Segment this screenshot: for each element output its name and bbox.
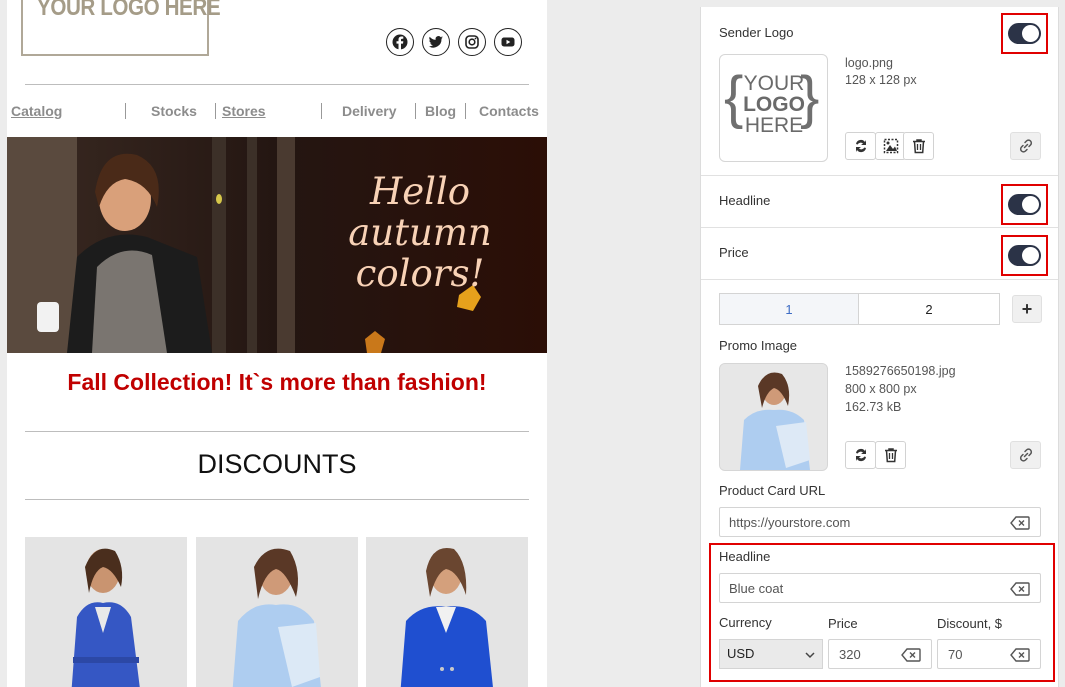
hero-text: Hello autumn colors! xyxy=(345,171,495,294)
crop-image-icon[interactable] xyxy=(875,132,906,160)
clear-icon[interactable] xyxy=(1010,648,1030,662)
discount-input[interactable]: 70 xyxy=(937,639,1041,669)
product-url-value: https://yourstore.com xyxy=(729,515,851,530)
nav-item-stores[interactable]: Stores xyxy=(222,103,266,119)
clear-icon[interactable] xyxy=(901,648,921,662)
headline-toggle-label: Headline xyxy=(719,193,771,208)
sender-logo-toggle[interactable] xyxy=(1008,23,1041,44)
headline-label: Headline xyxy=(719,549,771,564)
hero-banner[interactable]: Hello autumn colors! xyxy=(7,137,547,353)
nav-item-contacts[interactable]: Contacts xyxy=(479,103,539,119)
sender-logo-dimensions: 128 x 128 px xyxy=(845,73,917,87)
hero-line: colors! xyxy=(355,252,485,295)
divider xyxy=(25,84,529,85)
hero-line: autumn xyxy=(348,211,492,254)
headline-toggle[interactable] xyxy=(1008,194,1041,215)
hero-line: Hello xyxy=(369,170,471,213)
twitter-icon[interactable] xyxy=(422,28,450,56)
nav-item-catalog[interactable]: Catalog xyxy=(11,103,62,119)
section-title: DISCOUNTS xyxy=(197,449,357,479)
promo-title: Fall Collection! It`s more than fashion! xyxy=(67,369,487,395)
product-card[interactable] xyxy=(366,537,528,687)
product-url-input[interactable]: https://yourstore.com xyxy=(719,507,1041,537)
price-label: Price xyxy=(828,616,858,631)
product-card[interactable] xyxy=(25,537,187,687)
sender-logo-filename: logo.png xyxy=(845,56,893,70)
social-links xyxy=(386,28,522,56)
price-value: 320 xyxy=(839,647,861,662)
clear-icon[interactable] xyxy=(1010,582,1030,596)
product-card[interactable] xyxy=(196,537,358,687)
logo-thumb-line: LOGO xyxy=(743,93,805,116)
chevron-down-icon xyxy=(805,652,815,659)
nav-item-blog[interactable]: Blog xyxy=(425,103,456,119)
price-toggle-label: Price xyxy=(719,245,749,260)
divider xyxy=(701,175,1058,176)
logo-thumb-line: YOUR xyxy=(743,72,805,95)
promo-image-label: Promo Image xyxy=(719,338,798,353)
price-toggle[interactable] xyxy=(1008,245,1041,266)
nav-separator xyxy=(321,103,322,119)
headline-toggle-highlight xyxy=(1001,184,1048,225)
trash-icon[interactable] xyxy=(903,132,934,160)
add-tab-button[interactable]: + xyxy=(1012,295,1042,323)
replace-icon[interactable] xyxy=(845,441,876,469)
tab-1[interactable]: 1 xyxy=(719,293,859,325)
product-url-label: Product Card URL xyxy=(719,483,826,498)
product-image xyxy=(232,548,321,687)
currency-value: USD xyxy=(727,646,755,661)
logo-brace-left: { xyxy=(724,65,744,130)
nav-separator xyxy=(415,103,416,119)
currency-select[interactable]: USD xyxy=(719,639,823,669)
tab-2[interactable]: 2 xyxy=(858,293,1000,325)
divider xyxy=(25,499,529,500)
sender-logo-label: Sender Logo xyxy=(719,25,794,40)
youtube-icon[interactable] xyxy=(494,28,522,56)
sender-logo-toggle-highlight xyxy=(1001,13,1048,54)
divider xyxy=(25,431,529,432)
discount-value: 70 xyxy=(948,647,963,662)
clear-icon[interactable] xyxy=(1010,516,1030,530)
logo-thumb-line: HERE xyxy=(744,114,804,137)
nav-item-delivery[interactable]: Delivery xyxy=(342,103,396,119)
headline-value: Blue coat xyxy=(729,581,784,596)
product-image xyxy=(400,547,493,687)
email-logo-text: YOUR LOGO HERE xyxy=(37,0,221,21)
trash-icon[interactable] xyxy=(875,441,906,469)
product-image xyxy=(71,548,140,687)
price-input[interactable]: 320 xyxy=(828,639,932,669)
link-icon[interactable] xyxy=(1010,441,1041,469)
promo-image-thumbnail[interactable] xyxy=(719,363,828,471)
promo-image-filename: 1589276650198.jpg xyxy=(845,364,956,378)
email-preview: YOUR LOGO HERE Catalog Stocks Stores Del… xyxy=(7,0,547,687)
email-nav: Catalog Stocks Stores Delivery Blog Cont… xyxy=(7,103,547,121)
link-icon[interactable] xyxy=(1010,132,1041,160)
promo-image-size: 162.73 kB xyxy=(845,400,902,414)
promo-image-preview xyxy=(720,364,827,470)
nav-separator xyxy=(465,103,466,119)
nav-item-stocks[interactable]: Stocks xyxy=(151,103,197,119)
promo-image-dimensions: 800 x 800 px xyxy=(845,382,917,396)
discount-label: Discount, $ xyxy=(937,616,1003,631)
email-logo[interactable]: YOUR LOGO HERE xyxy=(21,0,221,56)
sender-logo-thumbnail[interactable]: { } YOUR LOGO HERE xyxy=(719,54,828,162)
facebook-icon[interactable] xyxy=(386,28,414,56)
divider xyxy=(701,279,1058,280)
nav-separator xyxy=(215,103,216,119)
price-toggle-highlight xyxy=(1001,235,1048,276)
currency-label: Currency xyxy=(719,615,772,630)
replace-icon[interactable] xyxy=(845,132,876,160)
divider xyxy=(701,227,1058,228)
nav-separator xyxy=(125,103,126,119)
settings-panel: Sender Logo { } YOUR LOGO HERE logo.png … xyxy=(700,7,1059,687)
headline-input[interactable]: Blue coat xyxy=(719,573,1041,603)
instagram-icon[interactable] xyxy=(458,28,486,56)
